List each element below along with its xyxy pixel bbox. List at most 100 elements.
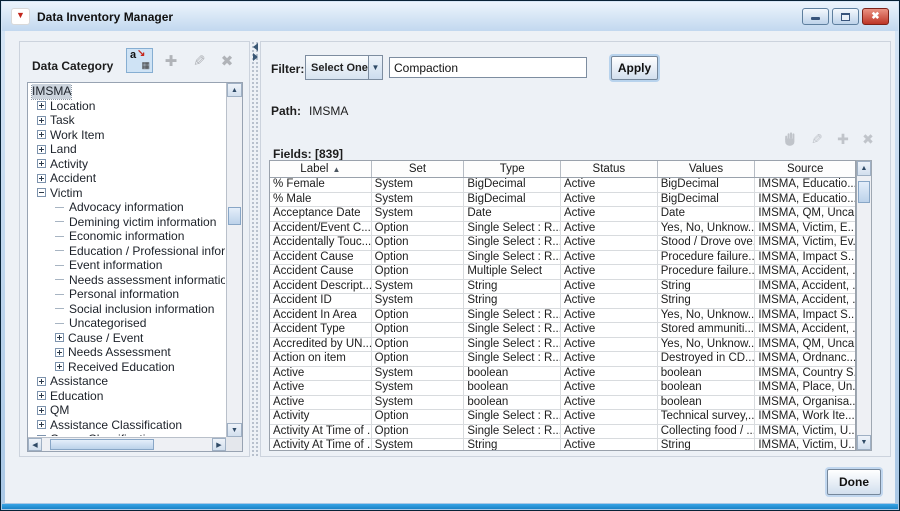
table-cell[interactable]: BigDecimal (658, 193, 756, 207)
table-cell[interactable]: Option (372, 323, 465, 337)
table-cell[interactable]: boolean (464, 396, 561, 410)
table-cell[interactable]: Single Select : R... (464, 236, 561, 250)
table-cell[interactable]: System (372, 396, 465, 410)
tree-item[interactable]: Work Item (29, 128, 225, 143)
tree-item[interactable]: Cause / Event (29, 331, 225, 346)
table-cell[interactable]: Stored ammuniti... (658, 323, 756, 337)
collapse-left-icon[interactable] (253, 43, 258, 51)
table-cell[interactable]: Active (561, 381, 658, 395)
table-cell[interactable]: Stood / Drove ove... (658, 236, 756, 250)
tree-vscroll-thumb[interactable] (228, 207, 241, 225)
table-cell[interactable]: Active (561, 309, 658, 323)
table-cell[interactable]: System (372, 439, 465, 451)
table-row[interactable]: % FemaleSystemBigDecimalActiveBigDecimal… (270, 178, 855, 193)
table-cell[interactable]: Active (561, 410, 658, 424)
edit-category-button[interactable]: ✎ (188, 50, 210, 72)
table-cell[interactable]: IMSMA, Victim, Ev... (755, 236, 855, 250)
table-cell[interactable]: Accident Cause (270, 265, 372, 279)
done-button[interactable]: Done (827, 469, 881, 495)
table-cell[interactable]: Single Select : R... (464, 352, 561, 366)
table-cell[interactable]: Active (561, 265, 658, 279)
column-header[interactable]: Type (464, 161, 561, 177)
table-cell[interactable]: Activity At Time of ... (270, 425, 372, 439)
table-cell[interactable]: Active (561, 396, 658, 410)
panel-splitter[interactable] (251, 41, 259, 457)
edit-field-button[interactable]: ✎ (807, 130, 827, 148)
table-cell[interactable]: IMSMA, Accident, ... (755, 323, 855, 337)
table-cell[interactable]: Active (561, 425, 658, 439)
table-cell[interactable]: Active (270, 396, 372, 410)
tree-item[interactable]: Advocacy information (29, 200, 225, 215)
table-cell[interactable]: Activity (270, 410, 372, 424)
table-cell[interactable]: Active (270, 381, 372, 395)
table-cell[interactable]: Single Select : R... (464, 251, 561, 265)
expand-icon[interactable] (55, 333, 64, 342)
table-row[interactable]: Accident CauseOptionSingle Select : R...… (270, 251, 855, 266)
column-header[interactable]: Label▲ (270, 161, 372, 177)
tree-item[interactable]: Education / Professional information (29, 244, 225, 259)
table-cell[interactable]: String (464, 294, 561, 308)
table-cell[interactable]: Active (561, 352, 658, 366)
table-cell[interactable]: Option (372, 236, 465, 250)
table-cell[interactable]: String (464, 439, 561, 451)
table-cell[interactable]: boolean (658, 396, 756, 410)
tree-item[interactable]: Personal information (29, 287, 225, 302)
table-row[interactable]: Accident Descript...SystemStringActiveSt… (270, 280, 855, 295)
table-cell[interactable]: IMSMA, Impact S... (755, 309, 855, 323)
column-header[interactable]: Values (658, 161, 756, 177)
table-cell[interactable]: Procedure failure... (658, 265, 756, 279)
table-cell[interactable]: Action on item (270, 352, 372, 366)
table-row[interactable]: Accident IDSystemStringActiveStringIMSMA… (270, 294, 855, 309)
add-field-button[interactable]: ✚ (833, 130, 853, 148)
table-cell[interactable]: System (372, 193, 465, 207)
chevron-down-icon[interactable]: ▼ (368, 56, 382, 79)
tree-item[interactable]: Accident (29, 171, 225, 186)
table-cell[interactable]: Accident/Event C... (270, 222, 372, 236)
maximize-button[interactable] (832, 8, 859, 25)
scroll-down-button[interactable]: ▼ (227, 423, 242, 437)
tree-hscroll-thumb[interactable] (50, 439, 154, 450)
table-cell[interactable]: Accident Descript... (270, 280, 372, 294)
table-cell[interactable]: boolean (658, 367, 756, 381)
table-cell[interactable]: Single Select : R... (464, 338, 561, 352)
table-cell[interactable]: Single Select : R... (464, 309, 561, 323)
table-cell[interactable]: % Male (270, 193, 372, 207)
close-button[interactable]: ✖ (862, 8, 889, 25)
table-cell[interactable]: System (372, 178, 465, 192)
table-cell[interactable]: IMSMA, Work Ite... (755, 410, 855, 424)
table-row[interactable]: Accidentally Touc...OptionSingle Select … (270, 236, 855, 251)
table-cell[interactable]: IMSMA, Place, Un... (755, 381, 855, 395)
table-cell[interactable]: BigDecimal (464, 193, 561, 207)
table-cell[interactable]: Active (561, 338, 658, 352)
table-row[interactable]: Accident TypeOptionSingle Select : R...A… (270, 323, 855, 338)
table-cell[interactable]: IMSMA, Victim, U... (755, 425, 855, 439)
table-cell[interactable]: Option (372, 251, 465, 265)
filter-dropdown[interactable]: Select One ▼ (305, 55, 383, 80)
filter-text-input[interactable] (389, 57, 587, 78)
scroll-right-button[interactable]: ▶ (212, 438, 226, 451)
table-cell[interactable]: Accident In Area (270, 309, 372, 323)
table-cell[interactable]: Option (372, 309, 465, 323)
table-row[interactable]: Activity At Time of ...SystemStringActiv… (270, 439, 855, 451)
table-row[interactable]: Accident/Event C...OptionSingle Select :… (270, 222, 855, 237)
table-cell[interactable]: boolean (464, 367, 561, 381)
tree-item[interactable]: Demining victim information (29, 215, 225, 230)
table-cell[interactable]: Single Select : R... (464, 323, 561, 337)
table-row[interactable]: Accident CauseOptionMultiple SelectActiv… (270, 265, 855, 280)
table-row[interactable]: Acceptance DateSystemDateActiveDateIMSMA… (270, 207, 855, 222)
table-cell[interactable]: IMSMA, Ordnanc... (755, 352, 855, 366)
table-cell[interactable]: BigDecimal (464, 178, 561, 192)
column-header[interactable]: Status (561, 161, 658, 177)
table-cell[interactable]: boolean (658, 381, 756, 395)
tree-item[interactable]: Education (29, 389, 225, 404)
expand-icon[interactable] (55, 348, 64, 357)
table-row[interactable]: ActiveSystembooleanActivebooleanIMSMA, C… (270, 367, 855, 382)
expand-icon[interactable] (37, 101, 46, 110)
table-cell[interactable]: Yes, No, Unknow... (658, 338, 756, 352)
tree-item[interactable]: Received Education (29, 360, 225, 375)
tree-vertical-scrollbar[interactable]: ▲ ▼ (226, 83, 242, 437)
table-cell[interactable]: Yes, No, Unknow... (658, 222, 756, 236)
table-cell[interactable]: String (658, 439, 756, 451)
collapse-icon[interactable] (37, 188, 46, 197)
table-cell[interactable]: System (372, 207, 465, 221)
